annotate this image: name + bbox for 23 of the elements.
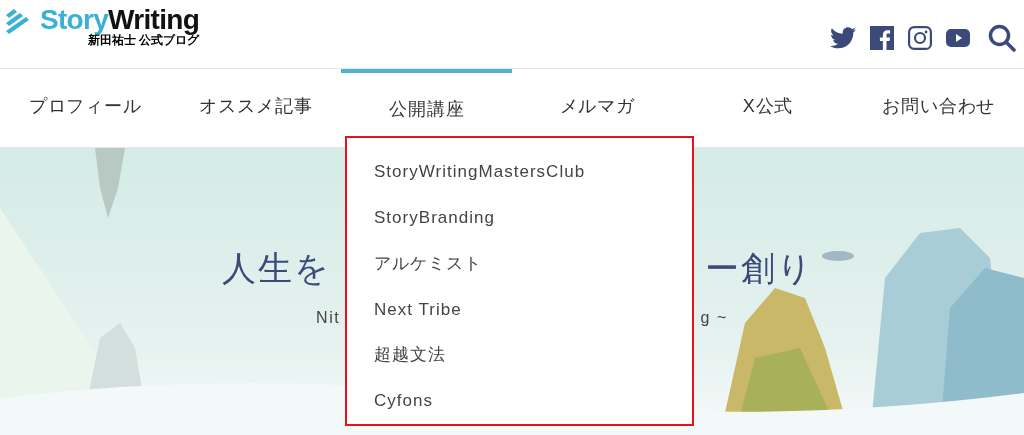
hero-title: ー創り — [704, 248, 814, 288]
instagram-icon[interactable] — [908, 26, 932, 50]
logo-tagline: 新田祐士 公式ブログ — [87, 34, 200, 47]
twitter-bird-icon[interactable] — [830, 27, 856, 49]
dropdown-item[interactable]: StoryWritingMastersClub — [374, 149, 586, 195]
hero-title: 人生を — [222, 248, 332, 288]
dropdown-item[interactable]: アルケミスト — [374, 240, 483, 287]
dropdown-item[interactable]: 超越文法 — [374, 332, 447, 379]
logo-text: Writing — [108, 6, 200, 34]
facebook-icon[interactable] — [870, 26, 894, 50]
search-icon[interactable] — [988, 24, 1016, 52]
nav-tab[interactable]: お問い合わせ — [853, 69, 1024, 147]
nav-tab[interactable]: プロフィール — [0, 69, 171, 147]
nav-tab[interactable]: オススメ記事 — [170, 69, 342, 147]
dropdown-item[interactable]: Cyfons — [374, 378, 434, 424]
logo-text: Story — [40, 6, 109, 34]
dropdown-item[interactable]: StoryBranding — [374, 194, 495, 241]
hero-subtitle: g ~ — [700, 308, 728, 328]
dropdown-item[interactable]: Next Tribe — [374, 286, 462, 333]
hero-subtitle: Nit — [316, 308, 341, 328]
nav-tab[interactable]: メルマガ — [512, 69, 683, 147]
youtube-icon[interactable] — [946, 29, 970, 47]
nav-tab[interactable]: X公式 — [682, 69, 854, 147]
